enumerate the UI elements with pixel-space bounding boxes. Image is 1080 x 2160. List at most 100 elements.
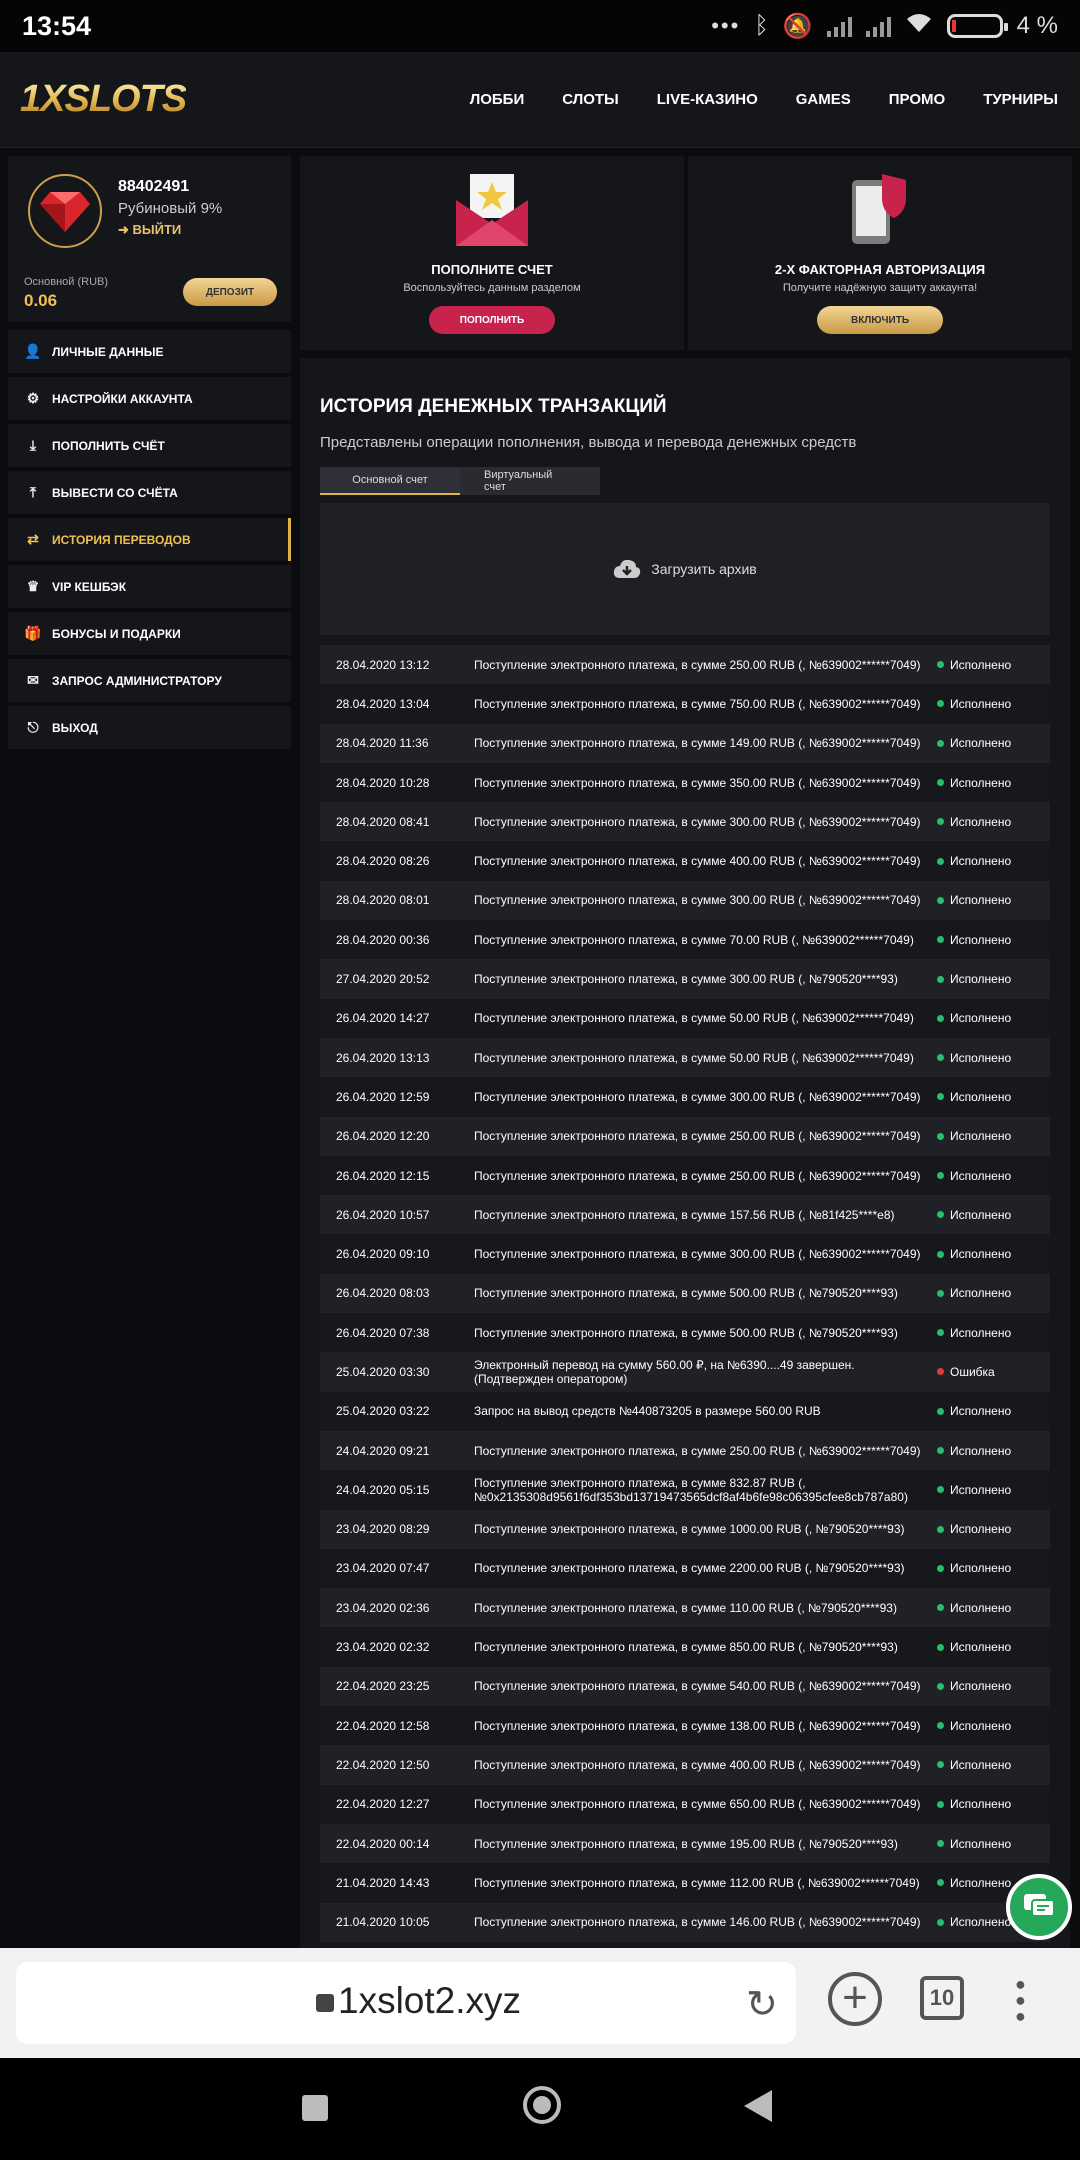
status-dot-icon	[937, 1014, 944, 1022]
tx-description: Поступление электронного платежа, в сумм…	[474, 1050, 914, 1065]
nav-games[interactable]: GAMES	[796, 91, 851, 108]
menu-transfer-history[interactable]: ⇄ ИСТОРИЯ ПЕРЕВОДОВ	[8, 518, 291, 561]
tx-description: Поступление электронного платежа, в сумм…	[474, 1011, 914, 1026]
new-tab-icon[interactable]: +	[828, 1972, 882, 2026]
enable-2fa-button[interactable]: ВКЛЮЧИТЬ	[817, 306, 943, 334]
nav-slots[interactable]: СЛОТЫ	[562, 91, 619, 108]
table-row: 28.04.2020 13:12 Поступление электронного…	[320, 645, 1050, 685]
tx-status: Исполнено	[929, 736, 1050, 750]
reload-icon[interactable]: ↻	[746, 1982, 778, 2027]
tx-date: 24.04.2020 09:21	[336, 1443, 430, 1458]
phone-shield-icon	[852, 174, 906, 244]
menu-deposit[interactable]: ⤓ ПОПОЛНИТЬ СЧЁТ	[8, 424, 291, 467]
crown-icon: ♛	[26, 578, 40, 594]
signal-2-icon	[865, 15, 891, 37]
nav-tournaments[interactable]: ТУРНИРЫ	[983, 91, 1058, 108]
chat-button[interactable]	[1006, 1874, 1072, 1940]
menu-bonuses[interactable]: 🎁 БОНУСЫ И ПОДАРКИ	[8, 612, 291, 655]
nav-live-casino[interactable]: LIVE-КАЗИНО	[657, 91, 758, 108]
tx-status-label: Исполнено	[950, 1247, 1012, 1262]
status-dot-icon	[937, 1211, 944, 1219]
table-row: 22.04.2020 12:58 Поступление электронного…	[320, 1706, 1050, 1746]
tx-status: Исполнено	[929, 1169, 1050, 1183]
deposit-button[interactable]: ДЕПОЗИТ	[183, 278, 277, 306]
tx-date: 23.04.2020 02:36	[336, 1600, 430, 1615]
two-factor-card: 2-Х ФАКТОРНАЯ АВТОРИЗАЦИЯ Получите надёж…	[688, 156, 1072, 350]
tx-status-label: Исполнено	[950, 1640, 1012, 1655]
nav-lobby[interactable]: ЛОББИ	[470, 91, 525, 108]
table-row: 28.04.2020 08:01 Поступление электронного…	[320, 880, 1050, 921]
gears-icon: ⚙	[26, 390, 40, 406]
envelope-icon: ✉	[27, 672, 39, 688]
menu-exit[interactable]: ⎋ ВЫХОД	[8, 706, 291, 749]
back-icon[interactable]	[744, 2090, 772, 2122]
tx-description: Поступление электронного платежа, в сумм…	[474, 1475, 908, 1504]
tx-date: 22.04.2020 00:14	[336, 1836, 430, 1851]
tabs-count-button[interactable]: 10	[920, 1976, 964, 2020]
tx-description: Поступление электронного платежа, в сумм…	[474, 1718, 921, 1733]
tx-status-label: Исполнено	[950, 1836, 1012, 1851]
status-icons: ••• ᛒ 🔕 4 %	[711, 12, 1058, 41]
table-row: 21.04.2020 14:43 Поступление электронного…	[320, 1863, 1050, 1903]
download-archive-button[interactable]: Загрузить архив	[320, 503, 1050, 635]
tx-description: Поступление электронного платежа, в сумм…	[474, 1640, 898, 1655]
tx-date: 28.04.2020 13:04	[336, 696, 430, 711]
tx-status-label: Исполнено	[950, 1718, 1012, 1733]
tx-status: Исполнено	[929, 1011, 1050, 1025]
tx-description: Поступление электронного платежа, в сумм…	[474, 1679, 921, 1694]
tx-date: 22.04.2020 12:50	[336, 1757, 430, 1772]
table-row: 25.04.2020 03:22 Запрос на вывод средств …	[320, 1391, 1050, 1431]
table-row: 26.04.2020 13:13 Поступление электронного…	[320, 1037, 1050, 1078]
status-dot-icon	[937, 1407, 944, 1415]
status-dot-icon	[937, 1289, 944, 1297]
menu-admin-request[interactable]: ✉ ЗАПРОС АДМИНИСТРАТОРУ	[8, 659, 291, 702]
menu-label: VIP КЕШБЭК	[52, 579, 127, 594]
nav-promo[interactable]: ПРОМО	[889, 91, 945, 108]
logout-label: ВЫЙТИ	[132, 222, 182, 237]
menu-label: БОНУСЫ И ПОДАРКИ	[52, 626, 181, 641]
tx-date: 25.04.2020 03:22	[336, 1404, 430, 1419]
account-sidebar: 88402491 Рубиновый 9% ➜ ВЫЙТИ Основной (…	[8, 156, 291, 753]
status-dot-icon	[937, 1132, 944, 1140]
menu-label: НАСТРОЙКИ АККАУНТА	[52, 391, 193, 406]
tx-date: 21.04.2020 10:05	[336, 1915, 430, 1930]
tab-main-account[interactable]: Основной счет	[320, 467, 460, 495]
table-row: 28.04.2020 10:28 Поступление электронного…	[320, 762, 1050, 803]
status-dot-icon	[937, 1368, 944, 1376]
logout-link[interactable]: ➜ ВЫЙТИ	[118, 222, 181, 238]
tx-status-label: Исполнено	[950, 1915, 1012, 1930]
status-dot-icon	[937, 818, 944, 826]
tx-status: Исполнено	[929, 893, 1050, 907]
transfer-arrows-icon: ⇄	[27, 531, 39, 547]
tab-virtual-account[interactable]: Виртуальный счет	[460, 467, 600, 495]
user-plus-icon: 👤	[24, 343, 42, 359]
address-bar[interactable]: 1xslot2.xyz ↻	[16, 1962, 796, 2044]
menu-label: ВЫВЕСТИ СО СЧЁТА	[52, 485, 178, 500]
table-row: 22.04.2020 23:25 Поступление электронного…	[320, 1666, 1050, 1707]
table-row: 28.04.2020 08:26 Поступление электронного…	[320, 841, 1050, 881]
tx-date: 22.04.2020 12:58	[336, 1718, 430, 1733]
menu-personal-data[interactable]: 👤 ЛИЧНЫЕ ДАННЫЕ	[8, 330, 291, 373]
tx-status: Исполнено	[929, 1837, 1050, 1851]
menu-vip-cashback[interactable]: ♛ VIP КЕШБЭК	[8, 565, 291, 608]
tx-status: Исполнено	[929, 1208, 1050, 1222]
status-dot-icon	[937, 1329, 944, 1337]
status-dot-icon	[937, 1761, 944, 1769]
home-icon[interactable]	[523, 2086, 561, 2124]
recent-apps-icon[interactable]	[302, 2095, 328, 2121]
site-logo[interactable]: 1XSLOTS	[20, 78, 187, 121]
table-row: 23.04.2020 02:32 Поступление электронного…	[320, 1627, 1050, 1667]
browser-menu-icon[interactable]: ● ● ●	[1015, 1975, 1026, 2025]
tx-status-label: Исполнено	[950, 1797, 1012, 1812]
tx-status: Исполнено	[929, 1797, 1050, 1811]
tx-status: Исполнено	[929, 776, 1050, 790]
table-row: 23.04.2020 07:47 Поступление электронного…	[320, 1548, 1050, 1589]
tx-status-label: Исполнено	[950, 657, 1012, 672]
tx-date: 28.04.2020 10:28	[336, 775, 430, 790]
deposit-card-button[interactable]: ПОПОЛНИТЬ	[429, 306, 555, 334]
menu-account-settings[interactable]: ⚙ НАСТРОЙКИ АККАУНТА	[8, 377, 291, 420]
tx-status-label: Исполнено	[950, 1050, 1012, 1065]
menu-withdraw[interactable]: ⤒ ВЫВЕСТИ СО СЧЁТА	[8, 471, 291, 514]
table-row: 24.04.2020 09:21 Поступление электронного…	[320, 1430, 1050, 1471]
tx-status: Исполнено	[929, 1051, 1050, 1065]
